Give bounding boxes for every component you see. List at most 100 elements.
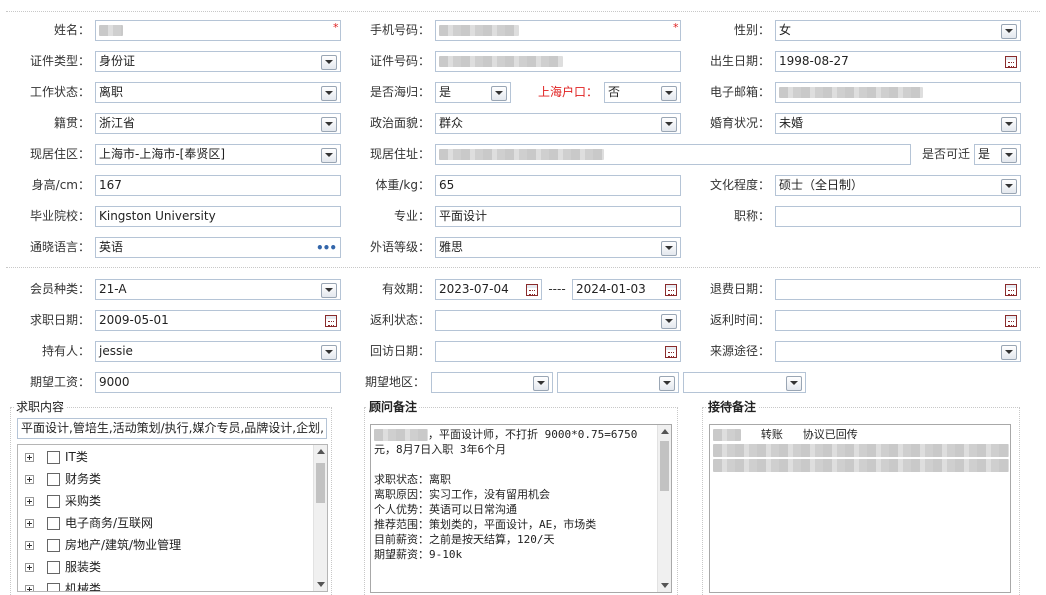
shanghai-hukou-label: 上海户口： [537, 85, 598, 99]
expand-icon[interactable] [25, 453, 34, 462]
phone-required-mark: * [673, 21, 679, 34]
scroll-thumb[interactable] [316, 463, 325, 503]
shanghai-hukou-value: 否 [608, 85, 621, 99]
scroll-up-icon[interactable] [317, 449, 325, 454]
native-place-select[interactable]: 浙江省 [95, 113, 341, 134]
checkbox[interactable] [47, 517, 60, 530]
relocatable-select[interactable]: 是 [974, 144, 1021, 165]
expand-icon[interactable] [25, 497, 34, 506]
calendar-icon[interactable] [665, 284, 677, 296]
calendar-icon[interactable] [1005, 284, 1017, 296]
rebate-status-select[interactable] [435, 310, 681, 331]
tree-item-label: IT类 [65, 450, 88, 464]
marital-status-value: 未婚 [779, 116, 804, 130]
title-field[interactable] [775, 206, 1021, 227]
checkbox[interactable] [47, 495, 60, 508]
job-content-title: 求职内容 [14, 400, 67, 414]
id-type-value: 身份证 [99, 54, 136, 68]
expected-region-city-select[interactable] [557, 372, 679, 393]
job-date-field[interactable]: 2009-05-01 [95, 310, 341, 331]
calendar-icon[interactable] [526, 284, 538, 296]
foreign-level-select[interactable]: 雅思 [435, 237, 681, 258]
political-status-select[interactable]: 群众 [435, 113, 681, 134]
job-content-text-field[interactable]: 平面设计,管培生,活动策划/执行,媒介专员,品牌设计,企划, [17, 418, 327, 439]
consultant-notes-textarea[interactable]: ，平面设计师，不打折 9000*0.75=6750 元，8月7日入职 3年6个月… [370, 424, 672, 593]
redacted-text [713, 443, 1009, 457]
marital-status-select[interactable]: 未婚 [775, 113, 1021, 134]
expected-region-province-select[interactable] [431, 372, 553, 393]
refund-date-field[interactable] [775, 279, 1021, 300]
source-select[interactable] [775, 341, 1021, 362]
calendar-icon[interactable] [665, 346, 677, 358]
foreign-level-label: 外语等级： [369, 240, 430, 254]
notes-scrollbar[interactable] [657, 425, 671, 592]
name-label: 姓名： [53, 23, 90, 37]
checkbox[interactable] [47, 583, 60, 591]
checkbox[interactable] [47, 561, 60, 574]
checkbox[interactable] [47, 473, 60, 486]
gender-label: 性别： [733, 23, 770, 37]
shanghai-hukou-select[interactable]: 否 [604, 82, 681, 103]
returnee-label: 是否海归： [369, 85, 430, 99]
rebate-time-field[interactable] [775, 310, 1021, 331]
visit-date-field[interactable] [435, 341, 681, 362]
consultant-notes-body: 元，8月7日入职 3年6个月 求职状态：离职 离职原因：实习工作，没有留用机会 … [374, 443, 597, 561]
major-field[interactable]: 平面设计 [435, 206, 681, 227]
calendar-icon[interactable] [1005, 315, 1017, 327]
reception-notes-first-line: 转账 协议已回传 [760, 428, 858, 441]
major-label: 专业： [393, 209, 430, 223]
id-number-field[interactable] [435, 51, 681, 72]
redacted-text [713, 458, 1009, 472]
calendar-icon[interactable] [325, 315, 337, 327]
residence-area-select[interactable]: 上海市-上海市-[奉贤区] [95, 144, 341, 165]
job-category-tree[interactable]: IT类 财务类 采购类 电子商务/互联网 房地产/建筑/物业管理 服装类 机械类 [17, 444, 328, 592]
calendar-icon[interactable] [1005, 56, 1017, 68]
job-date-value: 2009-05-01 [99, 313, 169, 327]
political-status-label: 政治面貌： [369, 116, 430, 130]
birth-date-field[interactable]: 1998-08-27 [775, 51, 1021, 72]
political-status-value: 群众 [439, 116, 464, 130]
scroll-down-icon[interactable] [661, 583, 669, 588]
work-status-select[interactable]: 离职 [95, 82, 341, 103]
consultant-notes-title: 顾问备注 [367, 400, 420, 414]
scroll-down-icon[interactable] [317, 582, 325, 587]
expand-icon[interactable] [25, 519, 34, 528]
holder-select[interactable]: jessie [95, 341, 341, 362]
expand-icon[interactable] [25, 585, 34, 591]
tree-scrollbar[interactable] [313, 445, 327, 591]
expected-region-district-select[interactable] [683, 372, 806, 393]
expected-salary-field[interactable]: 9000 [95, 372, 341, 393]
scroll-up-icon[interactable] [661, 429, 669, 434]
validity-end-value: 2024-01-03 [576, 282, 646, 296]
scroll-thumb[interactable] [660, 441, 669, 491]
returnee-select[interactable]: 是 [435, 82, 511, 103]
visit-date-label: 回访日期： [369, 344, 430, 358]
redacted-phone [439, 25, 519, 36]
residence-area-value: 上海市-上海市-[奉贤区] [99, 147, 226, 161]
validity-start-field[interactable]: 2023-07-04 [435, 279, 542, 300]
expand-icon[interactable] [25, 563, 34, 572]
expand-icon[interactable] [25, 541, 34, 550]
school-field[interactable]: Kingston University [95, 206, 341, 227]
checkbox[interactable] [47, 451, 60, 464]
residence-address-field[interactable] [435, 144, 911, 165]
holder-value: jessie [99, 344, 133, 358]
work-status-value: 离职 [99, 85, 124, 99]
returnee-value: 是 [439, 85, 452, 99]
rebate-status-label: 返利状态： [369, 313, 430, 327]
name-field[interactable] [95, 20, 341, 41]
education-select[interactable]: 硕士（全日制） [775, 175, 1021, 196]
validity-end-field[interactable]: 2024-01-03 [572, 279, 681, 300]
phone-field[interactable] [435, 20, 681, 41]
height-field[interactable]: 167 [95, 175, 341, 196]
language-field[interactable]: 英语 ••• [95, 237, 341, 258]
more-icon[interactable]: ••• [316, 239, 337, 257]
expand-icon[interactable] [25, 475, 34, 484]
reception-notes-textarea[interactable]: 转账 协议已回传 [709, 424, 1011, 593]
member-type-select[interactable]: 21-A [95, 279, 341, 300]
email-field[interactable] [775, 82, 1021, 103]
gender-select[interactable]: 女 [775, 20, 1021, 41]
id-type-select[interactable]: 身份证 [95, 51, 341, 72]
checkbox[interactable] [47, 539, 60, 552]
weight-field[interactable]: 65 [435, 175, 681, 196]
